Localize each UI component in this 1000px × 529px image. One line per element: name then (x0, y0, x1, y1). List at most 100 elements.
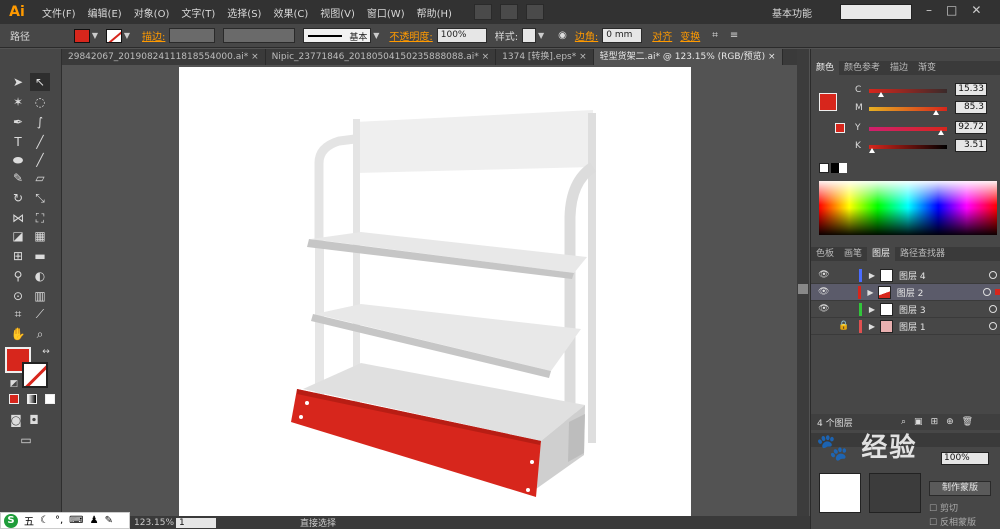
workspace-switcher[interactable]: 基本功能 (772, 5, 812, 20)
magenta-knob[interactable] (932, 110, 939, 115)
arrange-documents-button[interactable] (499, 4, 518, 20)
tab-color-guide[interactable]: 颜色参考 (839, 61, 885, 75)
tab-stroke[interactable]: 描边 (885, 61, 913, 75)
white-swatch[interactable] (839, 163, 847, 173)
perspective-grid-tool-icon[interactable]: ▦ (30, 227, 50, 245)
cyan-slider[interactable]: C 15.33 (855, 83, 991, 97)
ime-settings-icon[interactable]: ✎ (105, 515, 113, 526)
doc-tab[interactable]: Nipic_23771846_20180504150235888088.ai* … (266, 49, 497, 65)
menu-select[interactable]: 选择(S) (227, 5, 261, 20)
bridge-button[interactable] (473, 4, 492, 20)
expand-icon[interactable]: ▶ (866, 305, 878, 314)
variable-width-field[interactable] (223, 28, 296, 43)
black-knob[interactable] (868, 148, 875, 153)
layer-row[interactable]: 👁 ▶ 图层 2 (811, 284, 1000, 301)
visibility-icon[interactable]: 👁 (817, 270, 831, 280)
menu-view[interactable]: 视图(V) (320, 5, 355, 20)
recolor-icon[interactable]: ◉ (558, 30, 567, 41)
align-link[interactable]: 对齐 (652, 28, 672, 43)
mask-thumbnail[interactable] (869, 473, 921, 513)
graphic-style-swatch[interactable] (522, 28, 537, 43)
symbol-sprayer-tool-icon[interactable]: ⊙ (8, 287, 28, 305)
doc-tab[interactable]: 1374 [转换].eps* × (496, 49, 594, 65)
eraser-tool-icon[interactable]: ▱ (30, 169, 50, 187)
pen-tool-icon[interactable]: ✒ (8, 113, 28, 131)
swap-fill-stroke-icon[interactable]: ↔ (36, 343, 56, 361)
ime-mode-icon[interactable]: 五 (24, 513, 34, 528)
column-graph-tool-icon[interactable]: ▥ (30, 287, 50, 305)
pencil-tool-icon[interactable]: ✎ (8, 169, 28, 187)
invert-mask-checkbox[interactable]: ☐ 反相蒙版 (929, 515, 976, 528)
stroke-dropdown-icon[interactable]: ▼ (122, 31, 132, 40)
color-mode-icon[interactable] (4, 391, 24, 409)
magenta-value[interactable]: 85.3 (955, 101, 987, 114)
stroke-color-box[interactable] (22, 362, 48, 388)
expand-icon[interactable]: ▶ (865, 288, 877, 297)
shelf-artwork[interactable] (179, 67, 691, 516)
target-icon[interactable] (983, 288, 992, 296)
doc-tab-active[interactable]: 轻型货架二.ai* @ 123.15% (RGB/预览) × (593, 49, 783, 65)
menu-file[interactable]: 文件(F) (42, 5, 76, 20)
yellow-slider[interactable]: Y 92.72 (855, 121, 991, 135)
ime-logo-icon[interactable]: S (4, 513, 18, 528)
scale-tool-icon[interactable]: ⤡ (30, 189, 50, 207)
tab-swatches[interactable]: 色板 (811, 247, 839, 261)
menu-object[interactable]: 对象(O) (134, 5, 170, 20)
zoom-field[interactable]: 123.15% (134, 518, 174, 528)
new-sublayer-icon[interactable]: ⊞ (931, 417, 939, 427)
layer-row[interactable]: 🔒 ▶ 图层 1 (811, 318, 1000, 335)
lasso-tool-icon[interactable]: ◌ (30, 93, 50, 111)
ime-keyboard-icon[interactable]: ⌨ (69, 515, 83, 526)
eyedropper-tool-icon[interactable]: ⚲ (8, 267, 28, 285)
color-spectrum[interactable] (819, 181, 997, 235)
corner-radius-field[interactable]: 0 mm (602, 28, 643, 43)
style-dropdown-icon[interactable]: ▼ (536, 31, 546, 40)
transform-link[interactable]: 变换 (680, 28, 700, 43)
canvas-area[interactable] (62, 65, 797, 516)
clipping-mask-icon[interactable]: ▣ (914, 417, 923, 427)
new-layer-icon[interactable]: ⊕ (946, 417, 954, 427)
color-fill-swatch[interactable] (819, 93, 837, 111)
delete-layer-icon[interactable]: 🗑 (962, 417, 973, 427)
expand-icon[interactable]: ▶ (866, 271, 878, 280)
menu-type[interactable]: 文字(T) (181, 5, 215, 20)
gpu-performance-icon[interactable] (525, 4, 544, 20)
direct-selection-tool-icon[interactable]: ↖ (30, 73, 50, 91)
none-mode-icon[interactable] (40, 391, 60, 409)
shape-builder-tool-icon[interactable]: ◪ (8, 227, 28, 245)
line-tool-icon[interactable]: ╱ (30, 133, 50, 151)
width-tool-icon[interactable]: ⋈ (8, 209, 28, 227)
curvature-tool-icon[interactable]: ∫ (30, 113, 50, 131)
menu-help[interactable]: 帮助(H) (417, 5, 452, 20)
stroke-swatch[interactable] (106, 28, 122, 43)
hand-tool-icon[interactable]: ✋ (8, 325, 28, 343)
doc-tab[interactable]: 29842067_20190824111818554000.ai* × (62, 49, 266, 65)
expand-icon[interactable]: ▶ (866, 322, 878, 331)
cyan-value[interactable]: 15.33 (955, 83, 987, 96)
artboard[interactable] (179, 67, 691, 516)
yellow-knob[interactable] (938, 130, 945, 135)
target-icon[interactable] (989, 271, 997, 279)
cyan-knob[interactable] (877, 92, 884, 97)
isolate-icon[interactable]: ⌗ (712, 30, 718, 41)
brush-dropdown-icon[interactable]: ▼ (371, 31, 381, 40)
maximize-icon[interactable]: □ (946, 3, 957, 17)
out-of-gamut-swatch[interactable] (835, 123, 845, 133)
opacity-link[interactable]: 不透明度: (389, 28, 432, 43)
transparency-opacity-field[interactable]: 100% (941, 452, 989, 465)
ime-skin-icon[interactable]: ♟ (90, 515, 99, 526)
yellow-value[interactable]: 92.72 (955, 121, 987, 134)
target-icon[interactable] (989, 305, 997, 313)
visibility-icon[interactable]: 👁 (817, 287, 830, 297)
gradient-tool-icon[interactable]: ▬ (30, 247, 50, 265)
gradient-mode-icon[interactable] (22, 391, 42, 409)
stroke-weight-field[interactable] (169, 28, 216, 43)
ellipse-tool-icon[interactable]: ⬬ (8, 151, 28, 169)
fill-dropdown-icon[interactable]: ▼ (90, 31, 100, 40)
draw-mode-icon[interactable]: ◙ (6, 411, 26, 429)
none-swatch[interactable] (819, 163, 829, 173)
ime-moon-icon[interactable]: ☾ (40, 515, 49, 526)
help-search-input[interactable] (840, 4, 912, 20)
visibility-icon[interactable]: 👁 (817, 304, 831, 314)
tab-layers[interactable]: 图层 (867, 247, 896, 261)
